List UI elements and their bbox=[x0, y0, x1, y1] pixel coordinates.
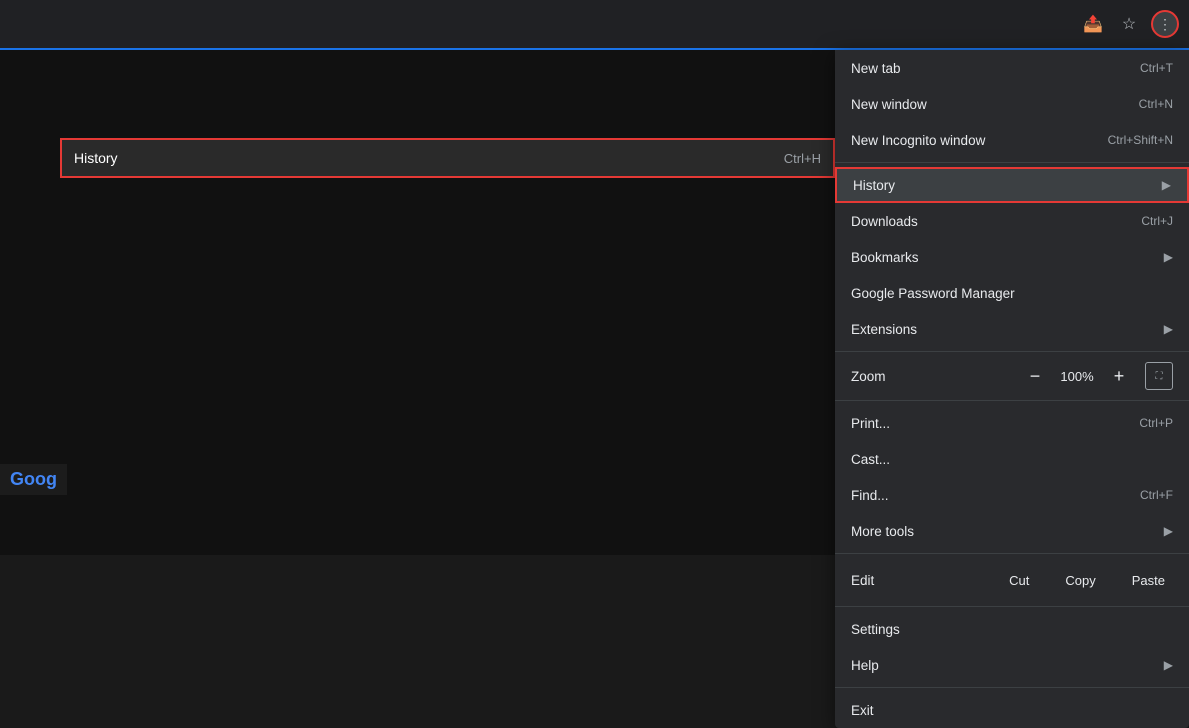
divider-3 bbox=[835, 400, 1189, 401]
menu-item-exit[interactable]: Exit bbox=[835, 692, 1189, 728]
menu-item-settings[interactable]: Settings bbox=[835, 611, 1189, 647]
menu-item-more-tools[interactable]: More tools ▶ bbox=[835, 513, 1189, 549]
new-window-shortcut: Ctrl+N bbox=[1139, 97, 1173, 111]
zoom-fullscreen-button[interactable]: ⛶ bbox=[1145, 362, 1173, 390]
history-bar-shortcut: Ctrl+H bbox=[784, 151, 821, 166]
print-label: Print... bbox=[851, 416, 890, 431]
cast-label: Cast... bbox=[851, 452, 890, 467]
exit-label: Exit bbox=[851, 703, 874, 718]
divider-6 bbox=[835, 687, 1189, 688]
menu-item-downloads[interactable]: Downloads Ctrl+J bbox=[835, 203, 1189, 239]
new-incognito-shortcut: Ctrl+Shift+N bbox=[1108, 133, 1173, 147]
more-tools-label: More tools bbox=[851, 524, 914, 539]
bookmark-icon[interactable]: ☆ bbox=[1115, 10, 1143, 38]
bookmarks-arrow: ▶ bbox=[1164, 250, 1173, 264]
menu-item-print[interactable]: Print... Ctrl+P bbox=[835, 405, 1189, 441]
find-shortcut: Ctrl+F bbox=[1140, 488, 1173, 502]
downloads-shortcut: Ctrl+J bbox=[1141, 214, 1173, 228]
more-tools-arrow: ▶ bbox=[1164, 524, 1173, 538]
find-label: Find... bbox=[851, 488, 889, 503]
menu-item-history[interactable]: History ▶ bbox=[835, 167, 1189, 203]
edit-row: Edit Cut Copy Paste bbox=[835, 558, 1189, 602]
main-content: History Ctrl+H Goog New tab Ctrl+T New w… bbox=[0, 50, 1189, 555]
menu-item-bookmarks[interactable]: Bookmarks ▶ bbox=[835, 239, 1189, 275]
history-bar[interactable]: History Ctrl+H bbox=[60, 138, 835, 178]
extensions-arrow: ▶ bbox=[1164, 322, 1173, 336]
dropdown-menu: New tab Ctrl+T New window Ctrl+N New Inc… bbox=[835, 50, 1189, 728]
divider-5 bbox=[835, 606, 1189, 607]
history-arrow: ▶ bbox=[1162, 178, 1171, 192]
history-bar-label: History bbox=[74, 150, 118, 166]
dark-overlay bbox=[0, 50, 835, 555]
new-incognito-label: New Incognito window bbox=[851, 133, 985, 148]
browser-chrome: 📤 ☆ ⋮ bbox=[0, 0, 1189, 50]
share-icon[interactable]: 📤 bbox=[1079, 10, 1107, 38]
edit-label: Edit bbox=[843, 573, 989, 588]
divider-2 bbox=[835, 351, 1189, 352]
cut-button[interactable]: Cut bbox=[993, 567, 1045, 594]
menu-item-find[interactable]: Find... Ctrl+F bbox=[835, 477, 1189, 513]
history-label: History bbox=[853, 178, 895, 193]
print-shortcut: Ctrl+P bbox=[1139, 416, 1173, 430]
new-tab-label: New tab bbox=[851, 61, 901, 76]
zoom-minus-button[interactable]: − bbox=[1021, 362, 1049, 390]
new-window-label: New window bbox=[851, 97, 927, 112]
menu-item-password-manager[interactable]: Google Password Manager bbox=[835, 275, 1189, 311]
extensions-label: Extensions bbox=[851, 322, 917, 337]
new-tab-shortcut: Ctrl+T bbox=[1140, 61, 1173, 75]
menu-item-new-tab[interactable]: New tab Ctrl+T bbox=[835, 50, 1189, 86]
menu-item-new-incognito[interactable]: New Incognito window Ctrl+Shift+N bbox=[835, 122, 1189, 158]
downloads-label: Downloads bbox=[851, 214, 918, 229]
zoom-controls: − 100% + ⛶ bbox=[1021, 362, 1173, 390]
menu-item-help[interactable]: Help ▶ bbox=[835, 647, 1189, 683]
divider-4 bbox=[835, 553, 1189, 554]
copy-button[interactable]: Copy bbox=[1049, 567, 1111, 594]
menu-item-new-window[interactable]: New window Ctrl+N bbox=[835, 86, 1189, 122]
google-logo: Goog bbox=[0, 464, 67, 495]
zoom-plus-button[interactable]: + bbox=[1105, 362, 1133, 390]
bookmarks-label: Bookmarks bbox=[851, 250, 919, 265]
menu-button[interactable]: ⋮ bbox=[1151, 10, 1179, 38]
fullscreen-icon: ⛶ bbox=[1156, 371, 1163, 382]
help-label: Help bbox=[851, 658, 879, 673]
browser-viewport: History Ctrl+H Goog bbox=[0, 50, 835, 555]
zoom-label: Zoom bbox=[851, 369, 1021, 384]
zoom-row: Zoom − 100% + ⛶ bbox=[835, 356, 1189, 396]
menu-item-cast[interactable]: Cast... bbox=[835, 441, 1189, 477]
menu-item-extensions[interactable]: Extensions ▶ bbox=[835, 311, 1189, 347]
paste-button[interactable]: Paste bbox=[1116, 567, 1181, 594]
divider-1 bbox=[835, 162, 1189, 163]
settings-label: Settings bbox=[851, 622, 900, 637]
password-manager-label: Google Password Manager bbox=[851, 286, 1015, 301]
zoom-value: 100% bbox=[1057, 369, 1097, 384]
help-arrow: ▶ bbox=[1164, 658, 1173, 672]
chrome-toolbar: 📤 ☆ ⋮ bbox=[1079, 10, 1179, 38]
